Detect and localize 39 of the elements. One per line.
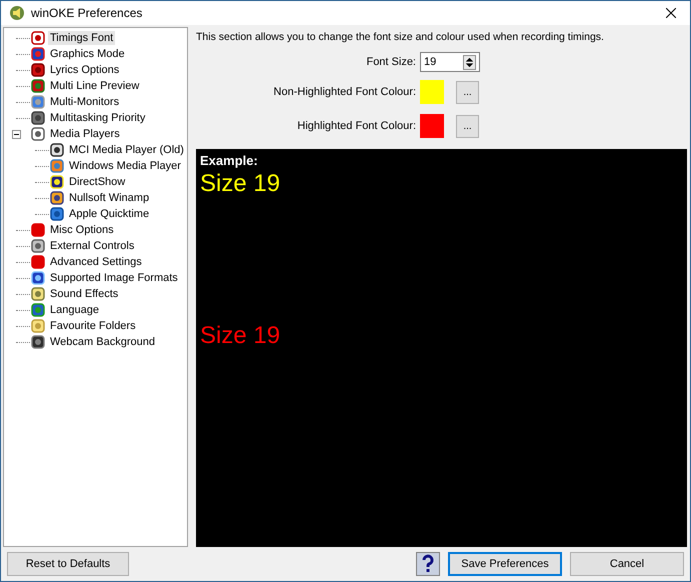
field-label: Highlighted Font Colour: <box>296 120 416 132</box>
tree-item[interactable]: Webcam Background <box>48 335 157 349</box>
save-button[interactable]: Save Preferences <box>448 552 562 576</box>
tree-item[interactable]: Windows Media Player <box>67 159 183 173</box>
tree-item[interactable]: DirectShow <box>67 175 128 189</box>
tree-item[interactable]: Media Players <box>48 127 122 141</box>
tree-item[interactable]: Lyrics Options <box>48 63 122 77</box>
sample-text: Size 19 <box>200 170 280 198</box>
close-icon[interactable] <box>666 8 676 18</box>
sample-text: Size 19 <box>200 322 280 350</box>
tree-item[interactable]: External Controls <box>48 239 136 253</box>
tree-item[interactable]: Multitasking Priority <box>48 111 148 125</box>
description-text: This section allows you to change the font size and colour used when recording timings. <box>196 30 605 45</box>
tree-item[interactable]: Language <box>48 303 101 317</box>
tree-item[interactable]: Sound Effects <box>48 287 120 301</box>
window-title: winOKE Preferences <box>31 6 142 20</box>
tree-item[interactable]: Supported Image Formats <box>48 271 180 285</box>
tree-item[interactable]: Misc Options <box>48 223 116 237</box>
tree-item[interactable]: Favourite Folders <box>48 319 138 333</box>
help-icon[interactable] <box>416 552 440 576</box>
reset-button[interactable]: Reset to Defaults <box>7 552 129 576</box>
collapse-toggle[interactable] <box>12 130 21 138</box>
field-label: Non-Highlighted Font Colour: <box>272 86 416 98</box>
tree-item[interactable]: Advanced Settings <box>48 255 144 269</box>
preview-heading: Example: <box>200 153 259 168</box>
tree-item[interactable]: MCI Media Player (Old) <box>67 143 186 157</box>
app-icon <box>9 5 25 21</box>
tree-item[interactable]: Nullsoft Winamp <box>67 191 152 205</box>
browse-button[interactable]: ... <box>456 80 479 104</box>
tree-item[interactable]: Graphics Mode <box>48 47 127 61</box>
spin-arrows-icon[interactable] <box>463 54 476 70</box>
cancel-button[interactable]: Cancel <box>570 552 684 576</box>
browse-button[interactable]: ... <box>456 114 479 138</box>
tree-item[interactable]: Multi-Monitors <box>48 95 122 109</box>
field-label: Font Size: <box>365 56 416 68</box>
tree-item[interactable]: Timings Font <box>48 31 116 45</box>
tree-item[interactable]: Apple Quicktime <box>67 207 152 221</box>
tree-item[interactable]: Multi Line Preview <box>48 79 142 93</box>
font-size-spinner[interactable]: 19 <box>420 52 480 72</box>
